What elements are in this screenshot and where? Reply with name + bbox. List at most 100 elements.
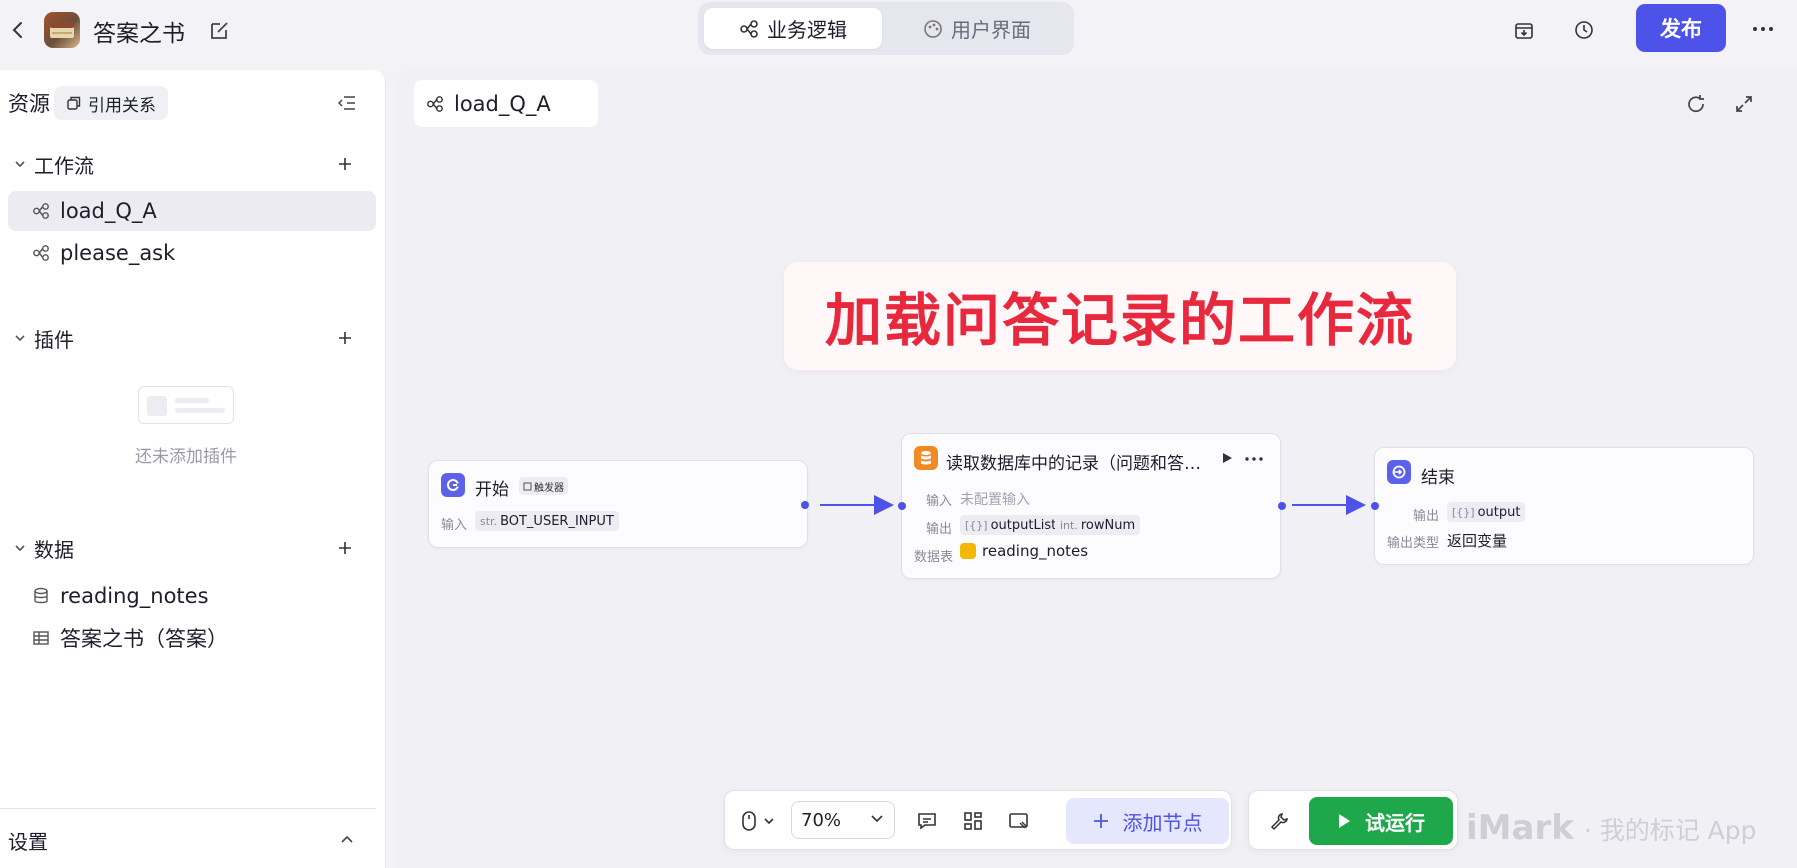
tab-label: 用户界面 [951, 18, 1031, 42]
add-node-button[interactable]: 添加节点 [1066, 798, 1229, 844]
empty-plugin-illustration [138, 386, 234, 424]
wrench-icon[interactable] [1261, 803, 1297, 839]
output-port[interactable] [801, 501, 809, 509]
input-chip: str. BOT_USER_INPUT [475, 511, 619, 531]
start-icon [441, 473, 465, 497]
output-chip: [{}] output [1447, 502, 1526, 522]
section-plugins[interactable]: 插件 [0, 320, 386, 356]
node-title: 读取数据库中的记录（问题和答… [946, 454, 1201, 474]
chevron-down-icon [871, 815, 883, 823]
type-label: [{}] [1452, 505, 1475, 519]
collapse-sidebar-icon[interactable] [334, 90, 360, 116]
tab-business-logic[interactable]: 业务逻辑 [704, 8, 882, 49]
references-label: 引用关系 [88, 95, 156, 116]
workflow-icon [30, 244, 52, 262]
input-value: 未配置输入 [960, 492, 1030, 508]
edit-icon[interactable] [208, 18, 232, 42]
tab-user-interface[interactable]: 用户界面 [888, 8, 1066, 49]
archive-icon[interactable] [1510, 16, 1538, 44]
output-label: 输出 [926, 522, 953, 537]
chevron-up-icon[interactable] [336, 828, 358, 850]
zoom-select[interactable]: 70% [791, 801, 895, 839]
palette-icon [924, 19, 942, 38]
output-name: rowNum [1080, 517, 1136, 533]
sidebar-item-label: 答案之书（答案） [60, 627, 228, 651]
end-node[interactable]: 结束 输出 [{}] output 输出类型 返回变量 [1371, 447, 1754, 565]
sidebar-item-label: load_Q_A [60, 199, 157, 223]
input-value: BOT_USER_INPUT [500, 513, 614, 529]
view-switcher: 业务逻辑 用户界面 [698, 2, 1074, 55]
test-run-button[interactable]: 试运行 [1309, 797, 1453, 845]
resources-heading: 资源 [8, 92, 50, 116]
chevron-down-icon [15, 161, 25, 168]
add-data-icon[interactable] [334, 537, 356, 559]
settings-heading[interactable]: 设置 [8, 826, 48, 855]
layout-grid-icon[interactable] [955, 803, 991, 839]
output-port[interactable] [1278, 502, 1286, 510]
run-node-icon[interactable] [1220, 451, 1234, 465]
workflow-canvas[interactable]: load_Q_A 加载问答记录的工作流 开始 触发器 输入 str. BOT_U… [396, 70, 1797, 868]
run-label: 试运行 [1365, 810, 1425, 835]
input-port[interactable] [898, 502, 906, 510]
table-label: 数据表 [914, 550, 954, 565]
add-workflow-icon[interactable] [334, 153, 356, 175]
start-node[interactable]: 开始 触发器 输入 str. BOT_USER_INPUT [428, 460, 809, 548]
comment-icon[interactable] [909, 803, 945, 839]
tab-label: 业务逻辑 [767, 18, 847, 42]
section-data[interactable]: 数据 [0, 530, 386, 566]
sidebar-item-load-q-a[interactable]: load_Q_A [8, 191, 376, 231]
chevron-left-icon [12, 22, 22, 38]
app-avatar [44, 12, 80, 48]
trigger-icon [523, 482, 532, 490]
plus-icon [1093, 814, 1108, 828]
canvas-toolbar: 70% 添加节点 [724, 790, 1232, 850]
play-icon [1339, 814, 1350, 828]
type-label: str. [480, 514, 498, 528]
divider [0, 808, 376, 809]
input-label: 输入 [441, 518, 468, 533]
input-port[interactable] [1371, 502, 1379, 510]
sidebar-item-answer-table[interactable]: 答案之书（答案） [8, 618, 376, 658]
add-node-label: 添加节点 [1122, 810, 1203, 835]
sidebar-item-please-ask[interactable]: please_ask [8, 233, 376, 273]
section-workflow[interactable]: 工作流 [0, 146, 386, 182]
database-icon [914, 446, 938, 470]
node-more-icon[interactable] [1244, 456, 1264, 462]
trigger-tag: 触发器 [519, 477, 568, 495]
back-button[interactable] [4, 16, 32, 44]
type-label: int. [1060, 518, 1078, 532]
references-button[interactable]: 引用关系 [54, 86, 168, 120]
sidebar-item-reading-notes[interactable]: reading_notes [8, 576, 376, 616]
more-icon[interactable] [1748, 14, 1778, 44]
node-title: 开始 [475, 480, 509, 500]
copy-icon [67, 96, 81, 110]
output-chip: [{}] outputList [960, 515, 1062, 535]
section-label: 插件 [34, 327, 74, 352]
sidebar-item-label: reading_notes [60, 584, 209, 608]
output-kind-value: 返回变量 [1447, 532, 1508, 550]
output-kind-label: 输出类型 [1387, 536, 1440, 551]
workflow-icon [740, 19, 758, 38]
book-icon [50, 22, 74, 38]
database-read-node[interactable]: 读取数据库中的记录（问题和答… 输入 未配置输入 输出 [{}] outputL… [898, 433, 1286, 579]
publish-button[interactable]: 发布 [1636, 4, 1726, 52]
workflow-icon [30, 202, 52, 220]
history-icon[interactable] [1570, 16, 1598, 44]
run-toolbar: 试运行 [1248, 790, 1458, 850]
watermark-suffix: · 我的标记 App [1583, 816, 1757, 845]
add-plugin-icon[interactable] [334, 327, 356, 349]
output-chip: int. rowNum [1055, 515, 1141, 535]
table-icon [30, 629, 52, 647]
table-badge-icon [960, 543, 976, 559]
mouse-mode-button[interactable] [733, 803, 783, 839]
type-label: [{}] [965, 518, 988, 532]
watermark: iMark · 我的标记 App [1466, 808, 1757, 848]
top-bar: 答案之书 业务逻辑 用户界面 发布 [0, 0, 1797, 60]
app-title: 答案之书 [93, 21, 185, 47]
zoom-value: 70% [801, 809, 842, 831]
trigger-label: 触发器 [534, 482, 564, 494]
resource-sidebar: 资源 引用关系 工作流 load_Q_A please_ask 插件 还未添加插… [0, 70, 386, 868]
minimap-icon[interactable] [1001, 803, 1037, 839]
output-label: 输出 [1413, 509, 1440, 524]
end-icon [1387, 460, 1411, 484]
